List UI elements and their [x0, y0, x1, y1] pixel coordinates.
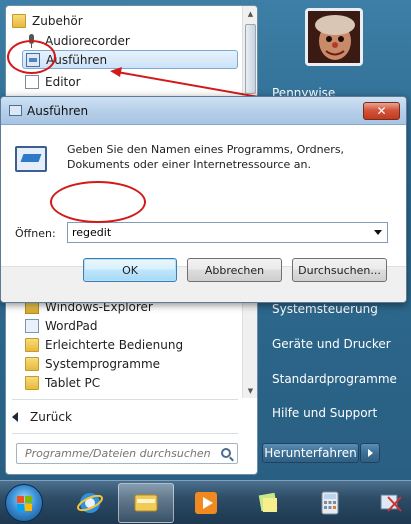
snipping-tool-icon — [380, 494, 402, 512]
annotation-arrow-head — [110, 67, 122, 77]
dropdown-arrow-icon[interactable] — [374, 230, 382, 235]
annotation-ellipse-regedit — [50, 181, 146, 223]
browse-button[interactable]: Durchsuchen... — [292, 258, 387, 282]
sticky-notes-icon — [258, 492, 278, 512]
dialog-description: Geben Sie den Namen eines Programms, Ord… — [67, 143, 345, 171]
calculator-icon — [321, 491, 339, 515]
open-input[interactable] — [68, 226, 358, 239]
open-combobox[interactable] — [67, 222, 388, 243]
taskbar-media-player[interactable] — [178, 483, 234, 523]
annotation-ellipse-ausfuehren — [7, 40, 56, 74]
dialog-titlebar[interactable]: Ausführen ✕ — [1, 97, 406, 125]
taskbar-internet-explorer[interactable] — [62, 483, 118, 523]
windows-flag-icon — [17, 496, 33, 512]
taskbar — [0, 480, 411, 524]
windows-explorer-icon — [134, 494, 158, 512]
run-program-icon — [15, 146, 47, 172]
internet-explorer-icon — [77, 493, 103, 513]
media-player-icon — [195, 492, 217, 514]
open-label: Öffnen: — [15, 227, 56, 240]
run-icon — [9, 105, 22, 116]
cancel-button[interactable]: Abbrechen — [187, 258, 282, 282]
taskbar-snipping-tool[interactable] — [362, 483, 411, 523]
ok-button[interactable]: OK — [83, 258, 177, 282]
taskbar-calculator[interactable] — [302, 483, 358, 523]
taskbar-windows-explorer[interactable] — [118, 483, 174, 523]
close-button[interactable]: ✕ — [363, 102, 400, 120]
taskbar-sticky-notes[interactable] — [240, 483, 296, 523]
annotation-arrow-line — [116, 71, 271, 100]
dialog-title: Ausführen — [27, 104, 89, 118]
start-orb[interactable] — [5, 484, 43, 522]
